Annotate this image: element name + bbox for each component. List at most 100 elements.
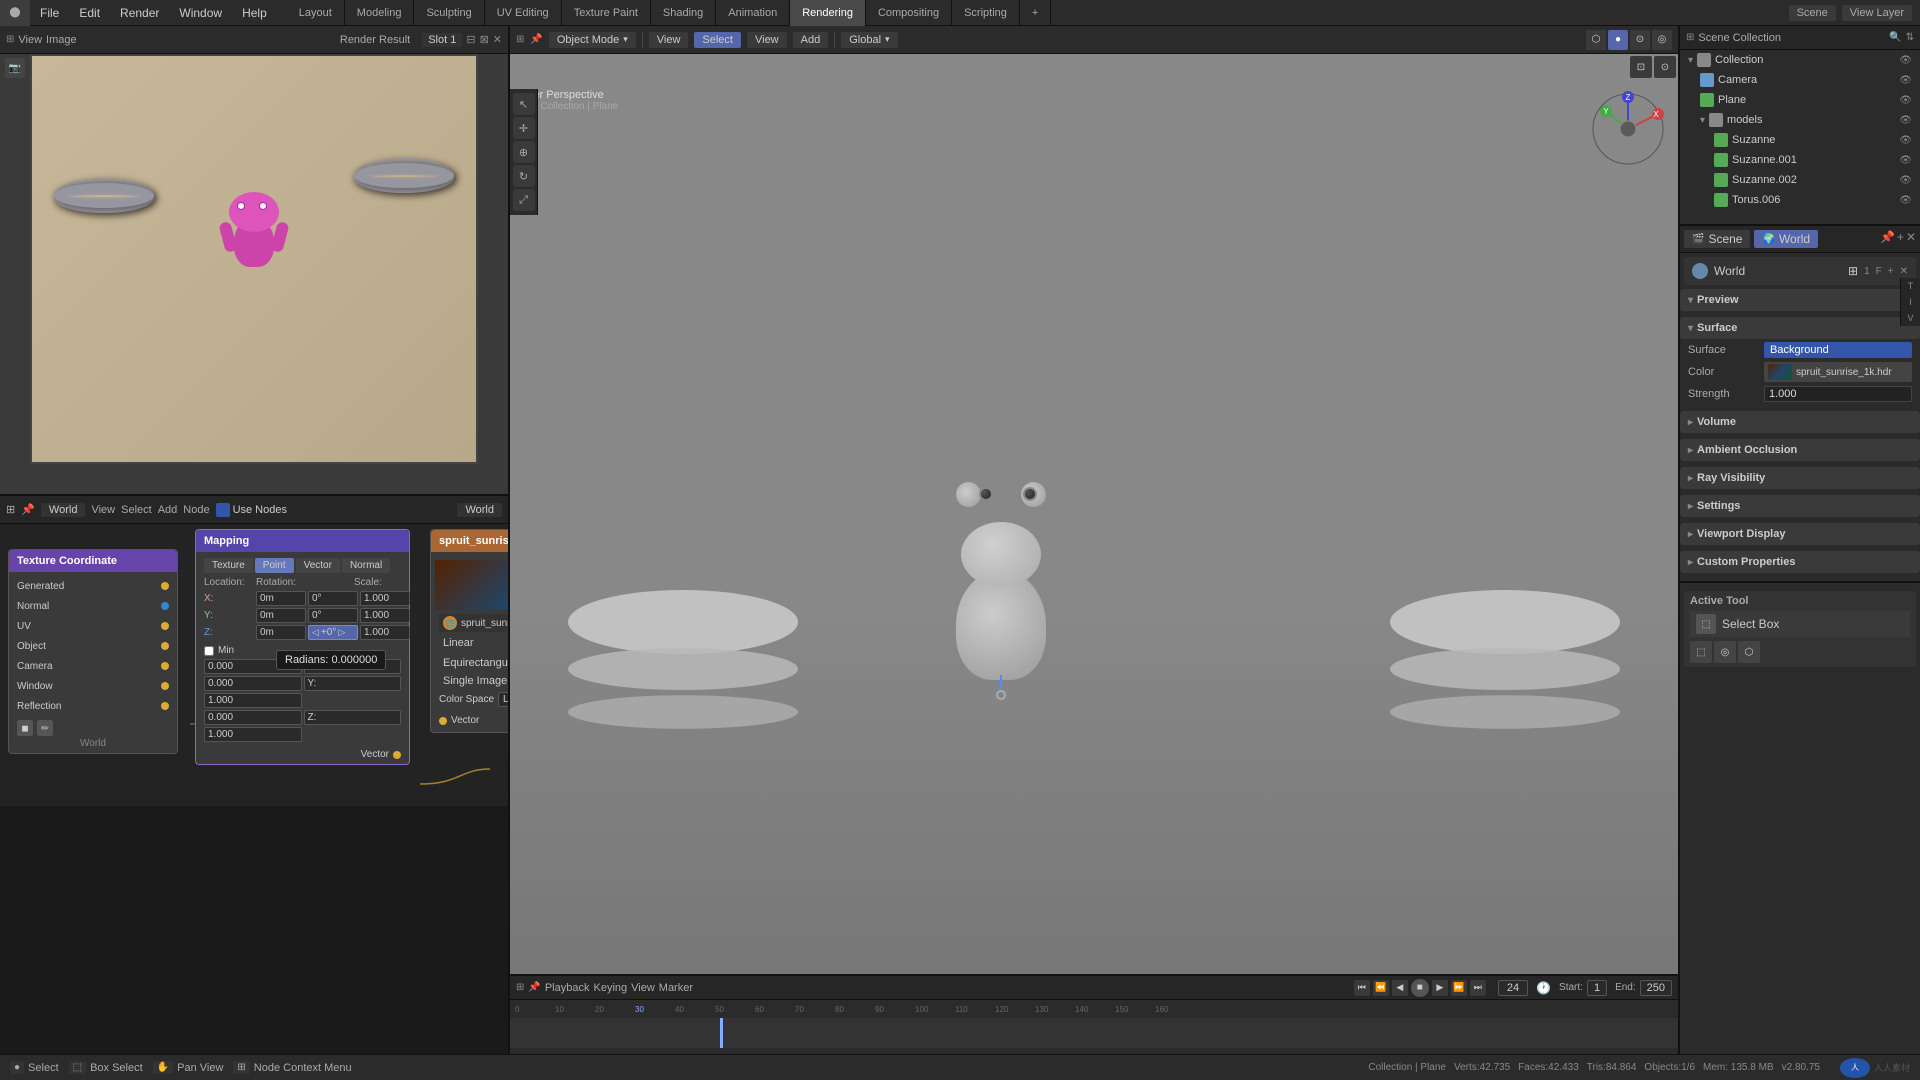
- min-checkbox[interactable]: [204, 646, 214, 656]
- tab-shading[interactable]: Shading: [651, 0, 716, 26]
- viewport-add-btn[interactable]: View: [747, 32, 787, 48]
- preview-header[interactable]: ▾ Preview: [1680, 289, 1920, 311]
- loc-x[interactable]: 0m: [256, 591, 306, 606]
- collection-visibility[interactable]: 👁: [1899, 55, 1912, 66]
- world-fake-user-btn[interactable]: F: [1876, 266, 1882, 277]
- rot-x[interactable]: 0°: [308, 591, 358, 606]
- scene-selector[interactable]: Scene: [1789, 5, 1836, 21]
- option-equirect[interactable]: Equirectangular: [435, 654, 508, 672]
- jump-end-btn[interactable]: ⏭: [1470, 980, 1486, 996]
- loc-z[interactable]: 0m: [256, 625, 306, 640]
- timeline-type-btn[interactable]: ⊞: [516, 982, 524, 993]
- tool-icon-1[interactable]: ⬚: [1690, 641, 1712, 663]
- move-tool[interactable]: ⊕: [513, 141, 535, 163]
- slot-selector[interactable]: Slot 1: [422, 33, 462, 47]
- timeline-ruler-area[interactable]: 0 10 20 30 40 50 60 70 80 90 100 110 120…: [510, 1000, 1678, 1052]
- tab-add[interactable]: +: [1020, 0, 1051, 26]
- marker-label[interactable]: Marker: [659, 982, 693, 994]
- world-browse-btn[interactable]: ⊞: [1848, 264, 1858, 278]
- scale-y[interactable]: 1.000: [360, 608, 410, 623]
- timeline-scrub-area[interactable]: [510, 1018, 1678, 1048]
- tool-icon-2[interactable]: ◎: [1714, 641, 1736, 663]
- view-layer-selector[interactable]: View Layer: [1842, 5, 1912, 21]
- props-tab-item[interactable]: I: [1901, 294, 1920, 310]
- tab-compositing[interactable]: Compositing: [866, 0, 952, 26]
- pin-icon[interactable]: 📌: [1880, 230, 1895, 248]
- close-icon[interactable]: ✕: [1906, 230, 1916, 248]
- option-linear[interactable]: Linear: [435, 634, 508, 652]
- tab-modeling[interactable]: Modeling: [345, 0, 415, 26]
- node-view-btn[interactable]: View: [91, 504, 115, 516]
- tab-layout[interactable]: Layout: [287, 0, 345, 26]
- volume-header[interactable]: ▸ Volume: [1680, 411, 1920, 433]
- navigation-gizmo[interactable]: X Y Z: [1588, 89, 1668, 169]
- image-texture-node[interactable]: spruit_sunrise_1k.hdr 🌐 spruit_sunrise_1…: [430, 529, 508, 733]
- mode-selector[interactable]: Object Mode ▾: [549, 32, 636, 48]
- menu-edit[interactable]: Edit: [69, 0, 110, 26]
- tab-uv-editing[interactable]: UV Editing: [485, 0, 562, 26]
- strength-value[interactable]: 1.000: [1764, 386, 1912, 402]
- node-add-btn[interactable]: Add: [158, 504, 178, 516]
- viewport-type-btn[interactable]: ⊞: [516, 34, 524, 45]
- tab-texture-paint[interactable]: Texture Paint: [562, 0, 651, 26]
- plane-visibility[interactable]: 👁: [1899, 95, 1912, 106]
- use-nodes-checkbox[interactable]: [216, 503, 230, 517]
- outliner-suzanne-001[interactable]: Suzanne.001 👁: [1680, 150, 1920, 170]
- max-y-num[interactable]: 1.000: [204, 693, 302, 708]
- mapping-tab-point[interactable]: Point: [255, 558, 294, 573]
- tab-animation[interactable]: Animation: [716, 0, 790, 26]
- min-y-val[interactable]: 0.000: [204, 676, 302, 691]
- torus-visibility[interactable]: 👁: [1899, 195, 1912, 206]
- suzanne-visibility[interactable]: 👁: [1899, 135, 1912, 146]
- gizmo-btn[interactable]: ⊙: [1654, 56, 1676, 78]
- surface-header[interactable]: ▾ Surface: [1680, 317, 1920, 339]
- node-pin-btn[interactable]: 📌: [21, 503, 35, 516]
- node-context-btn[interactable]: ⊞: [233, 1061, 249, 1074]
- world-tab[interactable]: 🌍 World: [1754, 230, 1818, 248]
- scale-z[interactable]: 1.000: [360, 625, 410, 640]
- models-visibility[interactable]: 👁: [1899, 115, 1912, 126]
- select-tool[interactable]: ↖: [513, 93, 535, 115]
- current-frame-input[interactable]: 24: [1498, 980, 1528, 996]
- outliner-models[interactable]: ▾ models 👁: [1680, 110, 1920, 130]
- max-z-val[interactable]: 1.000: [204, 727, 302, 742]
- world-new-btn[interactable]: +: [1888, 266, 1894, 277]
- play-btn[interactable]: ▶: [1432, 980, 1448, 996]
- image-selector[interactable]: 🌐 spruit_sunrise_1k...: [439, 614, 508, 632]
- mapping-node[interactable]: Mapping Texture Point Vector Normal: [195, 529, 410, 765]
- menu-file[interactable]: File: [30, 0, 69, 26]
- node-select-btn[interactable]: Select: [121, 504, 152, 516]
- node-color-btn[interactable]: ◼: [17, 720, 33, 736]
- node-world-selector[interactable]: World: [457, 503, 502, 517]
- timeline-pin-btn[interactable]: 📌: [528, 982, 540, 993]
- scale-tool[interactable]: ⤢: [513, 189, 535, 211]
- outliner-torus[interactable]: Torus.006 👁: [1680, 190, 1920, 210]
- mapping-tab-texture[interactable]: Texture: [204, 558, 253, 573]
- tab-scripting[interactable]: Scripting: [952, 0, 1020, 26]
- outliner-sort-btn[interactable]: ⇅: [1906, 32, 1914, 43]
- prev-frame-btn[interactable]: ⏪: [1373, 980, 1389, 996]
- playback-label[interactable]: Playback: [545, 982, 590, 994]
- mapping-tab-normal[interactable]: Normal: [342, 558, 390, 573]
- max-y-val[interactable]: Y:: [304, 676, 402, 691]
- overlay-btn[interactable]: ⊡: [1630, 56, 1652, 78]
- outliner-camera[interactable]: Camera 👁: [1680, 70, 1920, 90]
- outliner-plane[interactable]: Plane 👁: [1680, 90, 1920, 110]
- mapping-tab-vector[interactable]: Vector: [296, 558, 340, 573]
- jump-start-btn[interactable]: ⏮: [1354, 980, 1370, 996]
- viewport-pin-btn[interactable]: 📌: [530, 34, 542, 45]
- new-icon[interactable]: +: [1897, 230, 1904, 248]
- rot-z[interactable]: ◁ +0° ▷: [308, 625, 358, 640]
- rot-y[interactable]: 0°: [308, 608, 358, 623]
- scale-x[interactable]: 1.000: [360, 591, 410, 606]
- play-reverse-btn[interactable]: ◀: [1392, 980, 1408, 996]
- render-image-btn[interactable]: Image: [46, 34, 77, 46]
- rendered-btn[interactable]: ◎: [1652, 30, 1672, 50]
- texture-coordinate-node[interactable]: Texture Coordinate Generated Normal UV: [8, 549, 178, 754]
- viewport-display-header[interactable]: ▸ Viewport Display: [1680, 523, 1920, 545]
- menu-window[interactable]: Window: [169, 0, 232, 26]
- loc-y[interactable]: 0m: [256, 608, 306, 623]
- solid-btn[interactable]: ●: [1608, 30, 1628, 50]
- background-selector[interactable]: Background: [1764, 342, 1912, 358]
- keying-label[interactable]: Keying: [593, 982, 627, 994]
